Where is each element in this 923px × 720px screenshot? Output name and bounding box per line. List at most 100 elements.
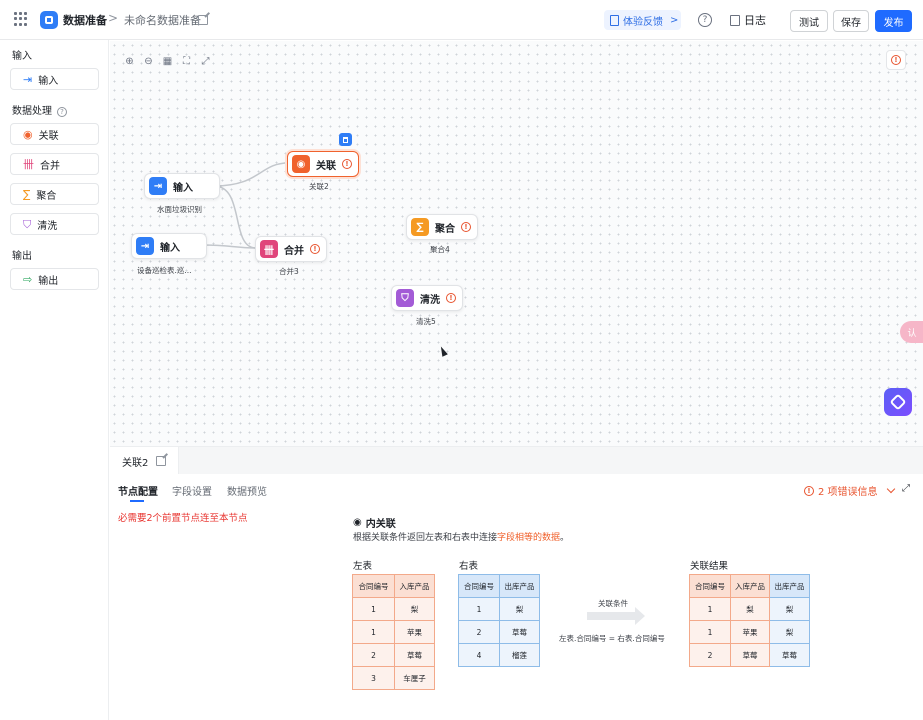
- section-input-title: 输入: [12, 51, 32, 62]
- section-output-title: 输出: [12, 251, 32, 262]
- edit-name-icon[interactable]: [198, 15, 208, 25]
- table-cell: 梨: [394, 597, 435, 621]
- table-row: 1 梨 梨: [689, 597, 810, 621]
- table-cell: 草莓: [394, 643, 435, 667]
- palette-item-label: 输出: [38, 275, 59, 287]
- table-cell: 草莓: [730, 643, 770, 667]
- table-row: 1 苹果: [352, 620, 435, 644]
- node-caption: 合并3: [279, 267, 299, 276]
- section-process-label: 数据处理: [12, 106, 52, 117]
- table-cell: 梨: [769, 597, 810, 621]
- palette-item-label: 清洗: [37, 220, 58, 232]
- node-tab-label: 关联2: [122, 457, 149, 469]
- node-join[interactable]: ◉ 关联 !: [287, 151, 359, 177]
- result-table-caption: 关联结果: [690, 561, 729, 572]
- palette-item-clean[interactable]: ⛉ 清洗: [10, 213, 99, 235]
- document-name[interactable]: 未命名数据准备: [124, 12, 201, 28]
- table-row: 1 苹果 梨: [689, 620, 810, 644]
- help-icon[interactable]: ?: [57, 107, 67, 117]
- node-caption: 设备巡检表.巡...: [137, 266, 192, 275]
- inner-join-icon: ◉: [353, 517, 362, 528]
- flow-canvas[interactable]: ⊕ ⊖ ▦ ⛶ ⤢ ! ⇥ 输入 水面垃圾识别 ⇥ 输入 设备巡检表.巡... …: [110, 41, 923, 446]
- palette-item-aggregate[interactable]: ∑ 聚合: [10, 183, 99, 205]
- table-row: 2 草莓: [458, 620, 540, 644]
- node-title: 清洗: [420, 294, 440, 306]
- join-icon: ◉: [292, 155, 310, 173]
- edit-icon[interactable]: [156, 456, 167, 466]
- feedback-button[interactable]: 体验反馈 >: [604, 10, 681, 30]
- right-table: 合同编号 出库产品 1 梨 2 草莓 4 榴莲: [458, 574, 540, 667]
- table-cell: 草莓: [499, 620, 540, 644]
- join-desc-text: 根据关联条件返回左表和右表中连接: [353, 533, 498, 543]
- section-process-title: 数据处理?: [12, 102, 67, 117]
- error-info-toggle[interactable]: ! 2 项错误信息: [804, 483, 895, 498]
- result-table: 合同编号 入库产品 出库产品 1 梨 梨 1 苹果 梨 2 草莓 草莓: [689, 574, 810, 667]
- feedback-doc-icon: [610, 14, 619, 26]
- table-header: 出库产品: [499, 574, 540, 598]
- palette-item-label: 聚合: [36, 190, 57, 202]
- log-label: 日志: [744, 14, 766, 27]
- edge-input1-union: [213, 185, 257, 249]
- ai-assistant-icon[interactable]: [884, 388, 912, 416]
- union-icon: 卌: [23, 157, 34, 171]
- palette-item-union[interactable]: 卌 合并: [10, 153, 99, 175]
- publish-button[interactable]: 发布: [875, 10, 912, 32]
- table-cell: 1: [689, 597, 731, 621]
- node-input-2[interactable]: ⇥ 输入: [131, 233, 207, 259]
- test-button[interactable]: 测试: [790, 10, 828, 32]
- left-table-caption: 左表: [353, 561, 373, 572]
- warning-icon: !: [804, 485, 814, 496]
- table-header: 合同编号: [458, 574, 500, 598]
- node-title: 合并: [284, 245, 304, 257]
- node-caption: 清洗5: [416, 317, 436, 326]
- tab-field-settings[interactable]: 字段设置: [172, 483, 212, 498]
- node-input-1[interactable]: ⇥ 输入: [144, 173, 220, 199]
- palette-item-output[interactable]: ⇨ 输出: [10, 268, 99, 290]
- side-float-button[interactable]: 认: [900, 321, 923, 343]
- join-desc-suffix: 。: [560, 533, 570, 543]
- table-row: 3 车厘子: [352, 666, 435, 690]
- app-title[interactable]: 数据准备: [63, 12, 107, 28]
- warning-icon: !: [446, 293, 456, 303]
- node-union[interactable]: 卌 合并 !: [255, 236, 327, 262]
- join-type-title: ◉ 内关联: [353, 515, 396, 530]
- top-header: 数据准备 > 未命名数据准备 体验反馈 > ? 日志 测试 保存 发布: [0, 0, 923, 40]
- expand-panel-icon[interactable]: ⤢: [902, 483, 913, 494]
- delete-node-icon[interactable]: [339, 133, 352, 146]
- log-button[interactable]: 日志: [730, 12, 766, 28]
- node-palette-sidebar: 输入 ⇥ 输入 数据处理? ◉ 关联 卌 合并 ∑ 聚合 ⛉ 清洗 输出 ⇨ 输…: [0, 40, 109, 720]
- warning-icon: !: [342, 159, 352, 169]
- palette-item-input[interactable]: ⇥ 输入: [10, 68, 99, 90]
- table-header: 入库产品: [394, 574, 435, 598]
- error-info-label: 2 项错误信息: [818, 487, 878, 498]
- join-condition-expression: 左表.合同编号 = 右表.合同编号: [559, 634, 665, 643]
- node-tab-strip: 关联2: [110, 446, 923, 475]
- breadcrumb-separator: >: [108, 11, 119, 25]
- table-cell: 1: [352, 597, 395, 621]
- warning-icon: !: [461, 222, 471, 232]
- save-button[interactable]: 保存: [833, 10, 869, 32]
- table-cell: 1: [458, 597, 500, 621]
- help-icon[interactable]: ?: [698, 13, 712, 27]
- tab-node-config[interactable]: 节点配置: [118, 483, 158, 498]
- filter-icon: ⛉: [396, 289, 414, 307]
- right-table-caption: 右表: [459, 561, 479, 572]
- table-cell: 2: [689, 643, 731, 667]
- join-type-label: 内关联: [365, 519, 396, 530]
- input-arrow-icon: ⇥: [149, 177, 167, 195]
- node-clean[interactable]: ⛉ 清洗 !: [391, 285, 463, 311]
- input-arrow-icon: ⇥: [136, 237, 154, 255]
- tab-data-preview[interactable]: 数据预览: [227, 483, 267, 498]
- table-cell: 草莓: [769, 643, 810, 667]
- join-desc-highlight: 字段相等的数据: [497, 533, 561, 543]
- node-title: 关联: [316, 160, 336, 172]
- tab-node-join[interactable]: 关联2: [110, 447, 179, 475]
- node-caption: 关联2: [309, 182, 329, 191]
- node-aggregate[interactable]: ∑ 聚合 !: [406, 214, 478, 240]
- apps-grid-icon[interactable]: [14, 12, 28, 26]
- table-row: 2 草莓 草莓: [689, 643, 810, 667]
- join-condition-label: 关联条件: [598, 599, 628, 608]
- table-cell: 梨: [769, 620, 810, 644]
- table-cell: 3: [352, 666, 395, 690]
- palette-item-join[interactable]: ◉ 关联: [10, 123, 99, 145]
